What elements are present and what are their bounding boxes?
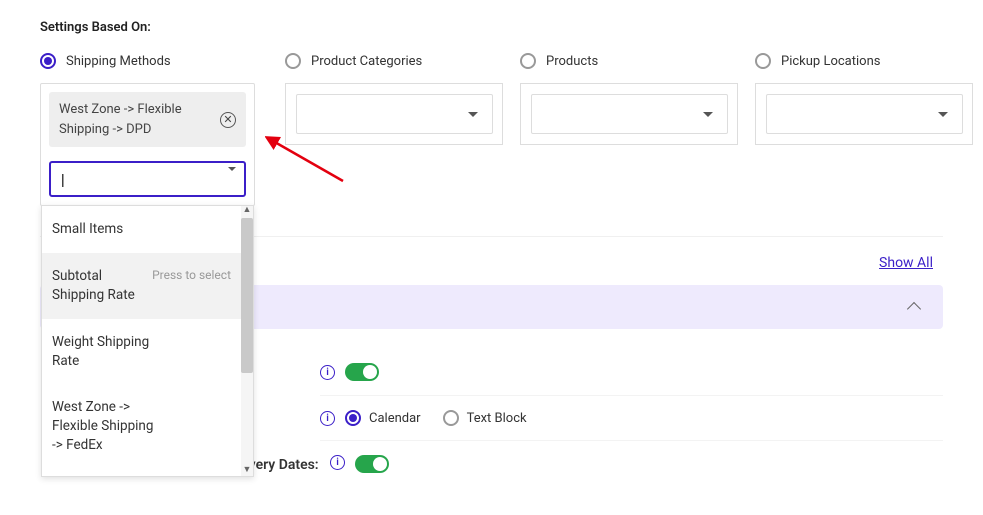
radio-icon [285, 53, 301, 69]
radio-label: Product Categories [311, 54, 422, 69]
close-icon[interactable]: ✕ [220, 112, 236, 128]
toggle-switch[interactable] [355, 455, 389, 473]
multiselect-search-input[interactable] [49, 161, 246, 197]
dropdown-item[interactable]: West Zone -> Flexible Shipping -> FedEx [42, 384, 241, 469]
dropdown-item[interactable]: Small Items [42, 206, 241, 253]
radio-products[interactable]: Products [520, 53, 755, 69]
selected-chip: West Zone -> Flexible Shipping -> DPD ✕ [49, 92, 246, 147]
radio-label: Text Block [467, 411, 527, 426]
section-title: Settings Based On: [40, 20, 943, 35]
dropdown-item[interactable]: Subtotal Shipping Rate Press to select [42, 253, 241, 319]
info-icon[interactable]: i [330, 455, 345, 470]
chip-text: West Zone -> Flexible Shipping -> DPD [59, 100, 212, 139]
scroll-up-icon[interactable]: ▲ [241, 206, 253, 216]
toggle-switch[interactable] [345, 363, 379, 381]
dropdown-item[interactable]: West Zone -> T [42, 469, 241, 476]
info-icon[interactable]: i [320, 365, 335, 380]
chevron-down-icon [703, 112, 713, 117]
dropdown-hint: Press to select [146, 267, 231, 284]
settings-radio-row: Shipping Methods West Zone -> Flexible S… [40, 53, 943, 206]
chevron-down-icon [468, 112, 478, 117]
chevron-down-icon [938, 112, 948, 117]
chevron-up-icon [907, 302, 921, 316]
radio-product-categories[interactable]: Product Categories [285, 53, 520, 69]
radio-icon [443, 410, 459, 426]
info-icon[interactable]: i [320, 411, 335, 426]
pickup-locations-select[interactable] [766, 94, 963, 134]
radio-label: Shipping Methods [66, 54, 171, 69]
dropdown-panel: Small Items Subtotal Shipping Rate Press… [41, 205, 254, 477]
radio-calendar[interactable]: Calendar [345, 410, 421, 426]
product-categories-select[interactable] [296, 94, 493, 134]
radio-icon [345, 410, 361, 426]
radio-label: Calendar [369, 411, 421, 426]
show-all-link[interactable]: Show All [879, 255, 933, 271]
radio-label: Pickup Locations [781, 54, 880, 69]
radio-label: Products [546, 54, 598, 69]
radio-text-block[interactable]: Text Block [443, 410, 527, 426]
radio-pickup-locations[interactable]: Pickup Locations [755, 53, 983, 69]
dropdown-item[interactable]: Weight Shipping Rate [42, 319, 241, 385]
dropdown-list: Small Items Subtotal Shipping Rate Press… [42, 206, 241, 476]
radio-shipping-methods[interactable]: Shipping Methods [40, 53, 275, 69]
radio-icon [40, 53, 56, 69]
scroll-down-icon[interactable]: ▼ [241, 466, 253, 476]
products-select[interactable] [531, 94, 728, 134]
shipping-methods-multiselect[interactable]: West Zone -> Flexible Shipping -> DPD ✕ … [40, 83, 255, 206]
radio-icon [520, 53, 536, 69]
radio-icon [755, 53, 771, 69]
scroll-thumb[interactable] [241, 218, 253, 373]
scrollbar[interactable]: ▲ ▼ [241, 206, 253, 476]
